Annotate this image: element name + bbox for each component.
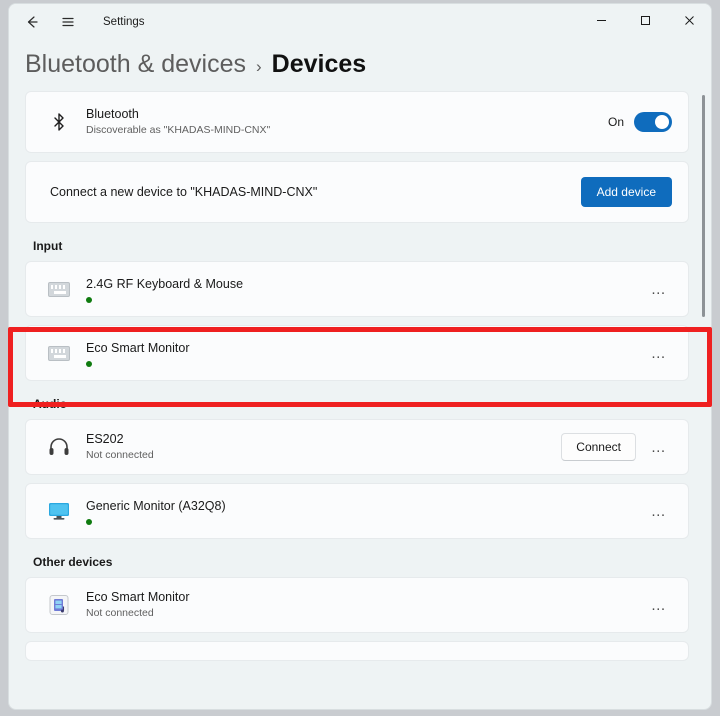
device-text: Eco Smart Monitor (86, 340, 646, 367)
device-actions: … (646, 592, 672, 618)
device-row-eco-smart-monitor-other[interactable]: Eco Smart Monitor Not connected … (25, 577, 689, 633)
device-row-partially-visible[interactable] (25, 641, 689, 661)
add-device-card: Connect a new device to "KHADAS-MIND-CNX… (25, 161, 689, 223)
section-title-other-devices: Other devices (33, 555, 113, 569)
settings-content-scroll-area[interactable]: Bluetooth Discoverable as "KHADAS-MIND-C… (9, 91, 711, 709)
headphones-icon (42, 437, 76, 457)
device-row-es202[interactable]: ES202 Not connected Connect … (25, 419, 689, 475)
device-actions: Connect … (561, 433, 672, 461)
bluetooth-subtitle: Discoverable as "KHADAS-MIND-CNX" (86, 124, 271, 136)
vertical-scrollbar[interactable] (702, 95, 705, 317)
status-badge-connected (86, 296, 92, 303)
keyboard-icon (42, 281, 76, 297)
section-title-audio: Audio (33, 397, 67, 411)
bluetooth-toggle-group[interactable]: On (608, 112, 672, 132)
device-actions: … (646, 340, 672, 366)
app-title: Settings (103, 16, 145, 28)
bluetooth-card-text: Bluetooth Discoverable as "KHADAS-MIND-C… (86, 106, 608, 138)
device-actions: … (646, 498, 672, 524)
device-name: 2.4G RF Keyboard & Mouse (86, 276, 244, 291)
back-arrow-icon[interactable] (17, 7, 47, 37)
device-actions: … (646, 276, 672, 302)
device-text: Eco Smart Monitor Not connected (86, 589, 646, 621)
more-options-icon[interactable]: … (646, 276, 672, 302)
status-badge-connected (86, 518, 92, 525)
close-button[interactable] (667, 4, 711, 37)
hamburger-menu-icon[interactable] (53, 7, 83, 37)
more-options-icon[interactable]: … (646, 592, 672, 618)
more-options-icon[interactable]: … (646, 434, 672, 460)
device-name: Eco Smart Monitor (86, 340, 190, 355)
maximize-button[interactable] (623, 4, 667, 37)
breadcrumb-parent-link[interactable]: Bluetooth & devices (25, 50, 246, 79)
bluetooth-title: Bluetooth (86, 107, 139, 121)
device-row-2-4g-rf-keyboard-mouse[interactable]: 2.4G RF Keyboard & Mouse … (25, 261, 689, 317)
more-options-icon[interactable]: … (646, 498, 672, 524)
window-controls (579, 4, 711, 40)
bluetooth-toggle-card[interactable]: Bluetooth Discoverable as "KHADAS-MIND-C… (25, 91, 689, 153)
add-device-card-text: Connect a new device to "KHADAS-MIND-CNX… (50, 184, 581, 200)
device-name: ES202 (86, 432, 124, 446)
connect-button[interactable]: Connect (561, 433, 636, 461)
keyboard-icon (42, 345, 76, 361)
status-badge-connected (86, 360, 92, 367)
breadcrumb: Bluetooth & devices › Devices (9, 40, 711, 79)
title-bar: Settings (9, 4, 711, 40)
settings-window: Settings Bluetooth & devices › Devices B… (8, 3, 712, 710)
device-text: ES202 Not connected (86, 431, 561, 463)
more-options-icon[interactable]: … (646, 340, 672, 366)
media-device-icon (42, 593, 76, 617)
breadcrumb-separator-icon: › (255, 57, 262, 76)
bluetooth-toggle-switch[interactable] (634, 112, 672, 132)
device-status-text: Not connected (86, 607, 154, 619)
bluetooth-icon (42, 112, 76, 132)
device-row-generic-monitor[interactable]: Generic Monitor (A32Q8) … (25, 483, 689, 539)
device-name: Generic Monitor (A32Q8) (86, 498, 226, 513)
device-name: Eco Smart Monitor (86, 590, 190, 604)
monitor-icon (42, 501, 76, 521)
add-device-button[interactable]: Add device (580, 177, 672, 207)
device-status-text: Not connected (86, 449, 154, 461)
device-text: Generic Monitor (A32Q8) (86, 498, 646, 525)
bluetooth-toggle-state-label: On (607, 115, 624, 129)
add-device-prompt: Connect a new device to "KHADAS-MIND-CNX… (50, 185, 318, 199)
section-title-input: Input (33, 239, 63, 253)
add-device-action-group: Add device (580, 177, 672, 207)
page-title: Devices (271, 50, 367, 78)
device-text: 2.4G RF Keyboard & Mouse (86, 276, 646, 303)
minimize-button[interactable] (579, 4, 623, 37)
device-row-eco-smart-monitor-input[interactable]: Eco Smart Monitor … (25, 325, 689, 381)
